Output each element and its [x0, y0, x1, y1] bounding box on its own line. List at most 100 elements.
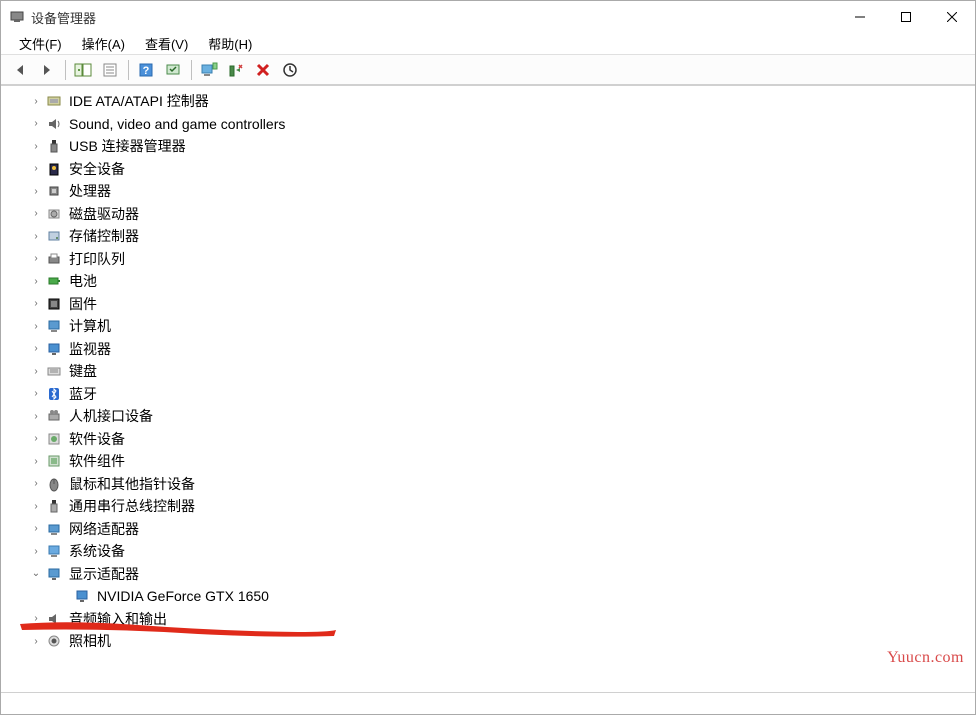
expand-toggle[interactable]: › — [29, 432, 43, 446]
monitor-icon — [45, 340, 63, 358]
scan-hardware-button[interactable] — [160, 58, 186, 82]
expand-toggle[interactable]: › — [29, 184, 43, 198]
node-label: 显示适配器 — [69, 564, 139, 584]
expand-toggle[interactable]: › — [29, 522, 43, 536]
node-label: 打印队列 — [69, 249, 125, 269]
node-label: 软件设备 — [69, 429, 125, 449]
menu-action[interactable]: 操作(A) — [72, 32, 135, 55]
expand-toggle[interactable]: › — [29, 544, 43, 558]
node-label: 固件 — [69, 294, 97, 314]
maximize-button[interactable] — [883, 1, 929, 33]
enable-device-button[interactable] — [196, 58, 222, 82]
node-label: 蓝牙 — [69, 384, 97, 404]
show-hide-console-button[interactable] — [70, 58, 96, 82]
app-icon — [9, 9, 25, 25]
properties-button[interactable] — [97, 58, 123, 82]
tree-node[interactable]: › 磁盘驱动器 — [5, 203, 975, 226]
toolbar-separator — [128, 60, 129, 80]
tree-node[interactable]: ›Sound, video and game controllers — [5, 113, 975, 136]
expand-toggle[interactable]: › — [29, 94, 43, 108]
expand-toggle[interactable]: › — [29, 229, 43, 243]
node-label: 音频输入和输出 — [69, 609, 167, 629]
tree-node[interactable]: ›人机接口设备 — [5, 405, 975, 428]
node-label: NVIDIA GeForce GTX 1650 — [97, 588, 269, 604]
expand-toggle[interactable]: › — [29, 454, 43, 468]
expand-toggle[interactable]: › — [29, 319, 43, 333]
menu-view[interactable]: 查看(V) — [135, 32, 198, 55]
sound-icon — [45, 115, 63, 133]
tree-node[interactable]: ›IDE ATA/ATAPI 控制器 — [5, 90, 975, 113]
expand-toggle[interactable]: › — [29, 117, 43, 131]
printer-icon — [45, 250, 63, 268]
tree-node[interactable]: › 电池 — [5, 270, 975, 293]
bluetooth-icon — [45, 385, 63, 403]
watermark: Yuucn.com — [887, 649, 964, 667]
node-label: 通用串行总线控制器 — [69, 496, 195, 516]
tree-node[interactable]: › 网络适配器 — [5, 518, 975, 541]
expand-toggle[interactable]: › — [29, 274, 43, 288]
help-button[interactable]: ? — [133, 58, 159, 82]
expand-toggle[interactable]: › — [29, 634, 43, 648]
expand-toggle[interactable]: ⌄ — [29, 567, 43, 581]
expand-toggle[interactable]: › — [29, 364, 43, 378]
tree-node[interactable]: ›USB 连接器管理器 — [5, 135, 975, 158]
uninstall-device-button[interactable] — [223, 58, 249, 82]
storage-icon — [45, 227, 63, 245]
node-label: 电池 — [69, 271, 97, 291]
expand-toggle[interactable]: › — [29, 207, 43, 221]
tree-node[interactable]: › 固件 — [5, 293, 975, 316]
statusbar — [1, 692, 975, 714]
hid-icon — [45, 407, 63, 425]
menu-help[interactable]: 帮助(H) — [198, 32, 262, 55]
tree-node[interactable]: › 打印队列 — [5, 248, 975, 271]
node-label: 安全设备 — [69, 159, 125, 179]
node-label: 磁盘驱动器 — [69, 204, 139, 224]
expand-toggle[interactable]: › — [29, 387, 43, 401]
expand-toggle[interactable]: › — [29, 409, 43, 423]
svg-text:?: ? — [143, 65, 150, 77]
expand-toggle[interactable]: › — [29, 477, 43, 491]
expand-toggle[interactable]: › — [29, 297, 43, 311]
disable-device-button[interactable] — [250, 58, 276, 82]
expand-toggle[interactable]: › — [29, 342, 43, 356]
tree-node[interactable]: › 系统设备 — [5, 540, 975, 563]
expand-toggle[interactable]: › — [29, 162, 43, 176]
tree-node[interactable]: ›软件组件 — [5, 450, 975, 473]
tree-node[interactable]: › 监视器 — [5, 338, 975, 361]
toolbar: ? — [1, 55, 975, 85]
menu-file[interactable]: 文件(F) — [9, 32, 72, 55]
tree-node[interactable]: › 安全设备 — [5, 158, 975, 181]
update-driver-button[interactable] — [277, 58, 303, 82]
camera-icon — [45, 632, 63, 650]
mouse-icon — [45, 475, 63, 493]
tree-node[interactable]: ›存储控制器 — [5, 225, 975, 248]
tree-node[interactable]: › 计算机 — [5, 315, 975, 338]
tree-node[interactable]: › 蓝牙 — [5, 383, 975, 406]
tree-node[interactable]: ›处理器 — [5, 180, 975, 203]
expand-toggle[interactable]: › — [29, 499, 43, 513]
tree-node[interactable]: ›键盘 — [5, 360, 975, 383]
tree-node[interactable]: › 音频输入和输出 — [5, 608, 975, 631]
computer-icon — [45, 317, 63, 335]
back-button[interactable] — [7, 58, 33, 82]
node-label: 网络适配器 — [69, 519, 139, 539]
expand-toggle[interactable]: › — [29, 139, 43, 153]
device-tree[interactable]: ›IDE ATA/ATAPI 控制器›Sound, video and game… — [1, 86, 975, 692]
keyboard-icon — [45, 362, 63, 380]
close-button[interactable] — [929, 1, 975, 33]
tree-node[interactable]: › 软件设备 — [5, 428, 975, 451]
cpu-icon — [45, 182, 63, 200]
titlebar: 设备管理器 — [1, 1, 975, 33]
tree-node[interactable]: › 通用串行总线控制器 — [5, 495, 975, 518]
tree-node[interactable]: ›照相机 — [5, 630, 975, 653]
node-label: 系统设备 — [69, 541, 125, 561]
expand-toggle[interactable]: › — [29, 252, 43, 266]
forward-button[interactable] — [34, 58, 60, 82]
minimize-button[interactable] — [837, 1, 883, 33]
node-label: 监视器 — [69, 339, 111, 359]
tree-node-child[interactable]: NVIDIA GeForce GTX 1650 — [5, 585, 975, 608]
expand-toggle[interactable]: › — [29, 612, 43, 626]
tree-node[interactable]: ⌄ 显示适配器 — [5, 563, 975, 586]
node-label: 计算机 — [69, 316, 111, 336]
tree-node[interactable]: ›鼠标和其他指针设备 — [5, 473, 975, 496]
